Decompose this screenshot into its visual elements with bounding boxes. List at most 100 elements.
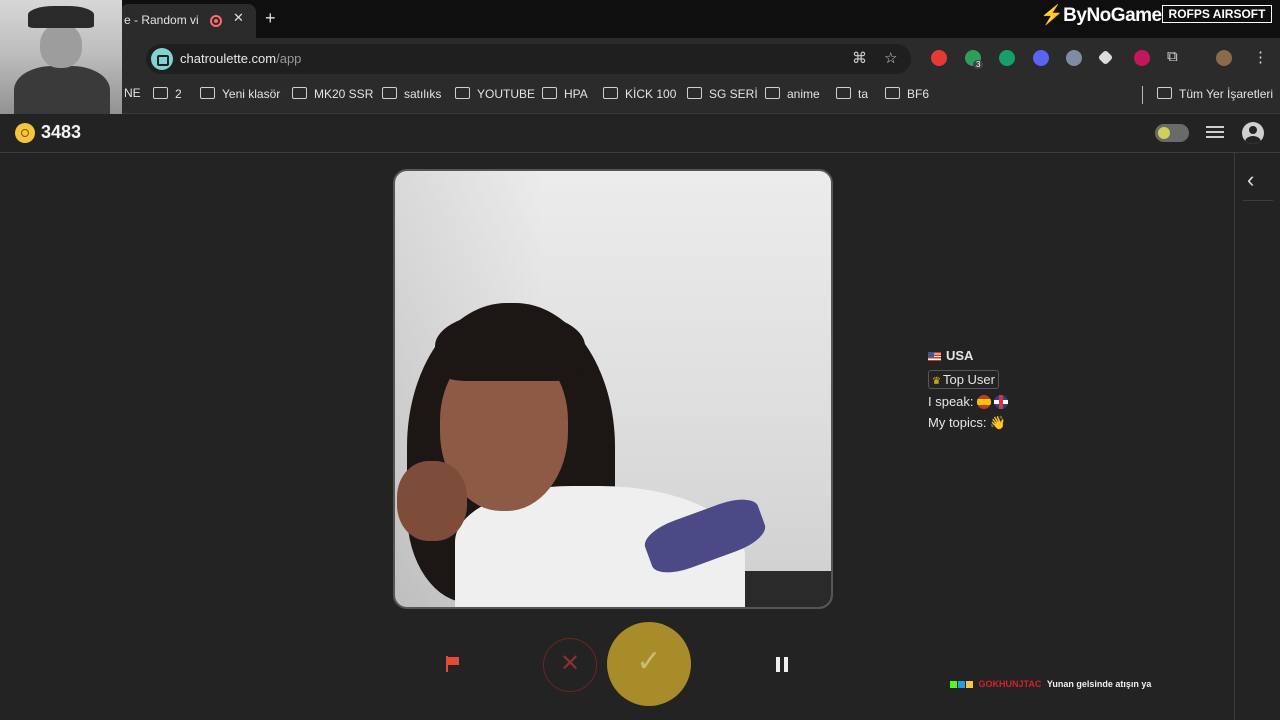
brand-logo-2: ROFPS AIRSOFT (1162, 5, 1272, 23)
bookmark-folder[interactable]: KİCK 100 (603, 86, 676, 101)
bookmark-folder[interactable]: YOUTUBE (455, 86, 535, 101)
check-icon: ✓ (636, 645, 662, 678)
brand-logo: ⚡ByNoGame (1040, 3, 1162, 27)
folder-icon (382, 87, 397, 99)
folder-icon (1157, 87, 1172, 99)
diamond-icon[interactable] (1097, 49, 1114, 66)
folder-icon (542, 87, 557, 99)
bookmark-folder[interactable]: BF6 (885, 86, 929, 101)
bookmark-folder[interactable]: Yeni klasör (200, 86, 280, 101)
avatar[interactable] (1216, 50, 1232, 66)
url-text[interactable]: chatroulette.com/app (180, 51, 301, 66)
app-header: 3483 (0, 114, 1280, 153)
all-bookmarks-folder[interactable]: Tüm Yer İşaretleri (1157, 86, 1273, 101)
star-icon[interactable]: ☆ (884, 49, 897, 67)
pause-icon[interactable] (776, 657, 788, 672)
bookmark-label: Tüm Yer İşaretleri (1179, 87, 1274, 101)
bookmark-folder[interactable]: SG SERİ (687, 86, 758, 101)
coin-balance: 3483 (41, 122, 82, 142)
bolt-icon: ⚡ (1040, 5, 1064, 26)
folder-icon (603, 87, 618, 99)
brand-logo-text: ByNoGame (1063, 5, 1162, 26)
folder-icon (765, 87, 780, 99)
extension-pink-icon[interactable] (1134, 50, 1150, 66)
kick-badge-icon (950, 681, 957, 688)
bookmark-label: ta (858, 87, 869, 101)
bookmark-label: 2 (175, 87, 182, 101)
address-bar[interactable]: chatroulette.com/app ⌘ ☆ (146, 44, 911, 74)
bookmark-label: satılıks (404, 87, 442, 101)
tab-close-button[interactable]: ✕ (233, 10, 244, 26)
spain-flag-icon (976, 395, 991, 409)
bookmark-label: KİCK 100 (625, 87, 677, 101)
folder-icon (292, 87, 307, 99)
webcam-overlay (0, 0, 122, 120)
chat-username: GOKHUNJTAC (978, 679, 1042, 689)
chevron-left-icon[interactable]: ‹ (1247, 167, 1254, 193)
folder-icon (455, 87, 470, 99)
bookmark-folder[interactable]: anime (765, 86, 820, 101)
bookmark-folder[interactable]: ta (836, 86, 868, 101)
new-tab-button[interactable]: + (265, 8, 276, 29)
partner-video (393, 169, 833, 609)
sub-badge-icon (958, 681, 965, 688)
bookmark-folder[interactable]: HPA (542, 86, 588, 101)
theme-toggle[interactable] (1155, 124, 1189, 142)
bookmark-label: BF6 (907, 87, 930, 101)
skip-button[interactable]: ✕ (543, 638, 597, 692)
grammarly-icon[interactable] (999, 50, 1015, 66)
bookmark-item[interactable]: NE (124, 86, 141, 100)
close-icon: ✕ (559, 650, 581, 677)
bookmarks-bar: NE 2 Yeni klasör MK20 SSR satılıks YOUTU… (0, 80, 1280, 114)
bookmark-label: anime (787, 87, 820, 101)
bookmark-label: HPA (564, 87, 588, 101)
speak-label: I speak: (928, 394, 974, 409)
extension-red-icon[interactable] (931, 50, 947, 66)
wave-icon: 👋 (989, 415, 1006, 430)
report-flag-icon[interactable] (446, 656, 460, 672)
discord-icon[interactable] (1033, 50, 1049, 66)
site-info-icon[interactable] (151, 48, 173, 70)
slider-line (1206, 131, 1224, 133)
bookmark-label: MK20 SSR (314, 87, 374, 101)
browser-tab[interactable]: e - Random vide ✕ (120, 4, 256, 38)
webcam-figure (14, 66, 110, 120)
translate-icon[interactable]: ⌘ (852, 49, 867, 67)
bookmark-label: SG SERİ (709, 87, 758, 101)
side-panel: ‹ (1234, 153, 1280, 720)
slider-line (1206, 126, 1224, 128)
partner-languages: I speak: (928, 394, 1008, 409)
url-host: chatroulette.com (180, 51, 277, 66)
shield-icon[interactable] (1066, 50, 1082, 66)
top-user-badge: ♛ Top User (928, 370, 999, 389)
accept-button[interactable]: ✓ (607, 622, 691, 706)
recording-icon (210, 15, 222, 27)
settings-sliders-icon[interactable] (1206, 124, 1224, 140)
side-divider (1243, 200, 1273, 201)
browser-toolbar: chatroulette.com/app ⌘ ☆ 3 ⧉ ⋮ (0, 38, 1280, 80)
folder-icon (200, 87, 215, 99)
extension-badge: 3 (973, 60, 984, 69)
bookmarks-divider (1142, 86, 1143, 104)
video-hand (397, 461, 467, 541)
webcam-cap (28, 6, 94, 28)
folder-icon (836, 87, 851, 99)
bookmark-label: Yeni klasör (222, 87, 281, 101)
extensions-puzzle-icon[interactable]: ⧉ (1167, 48, 1178, 65)
slider-line (1206, 136, 1224, 138)
bookmark-folder[interactable]: 2 (153, 86, 182, 101)
country-label: USA (946, 348, 974, 363)
badge-label: Top User (942, 372, 995, 387)
bookmark-folder[interactable]: satılıks (382, 86, 441, 101)
profile-icon[interactable] (1242, 122, 1264, 144)
bookmark-folder[interactable]: MK20 SSR (292, 86, 373, 101)
stream-chat-message: GOKHUNJTAC Yunan gelsinde atışın ya (950, 679, 1151, 689)
webcam-face (40, 24, 82, 68)
kebab-menu-icon[interactable]: ⋮ (1253, 48, 1268, 66)
extension-green-icon[interactable]: 3 (965, 50, 984, 69)
us-flag-icon (928, 352, 941, 361)
coin-icon (15, 123, 35, 143)
uk-flag-icon (993, 395, 1008, 409)
url-path: /app (276, 51, 302, 66)
partner-country: USA (928, 348, 973, 363)
